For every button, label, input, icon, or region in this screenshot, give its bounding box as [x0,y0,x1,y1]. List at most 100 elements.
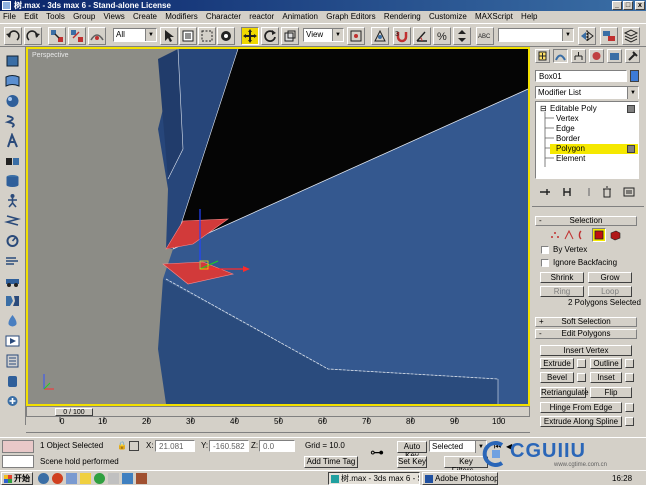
motion-tab[interactable] [589,49,604,63]
stack-item-edge[interactable]: Edge [556,124,575,134]
toy-car-button[interactable] [4,273,21,289]
edit-polygons-rollout-header[interactable]: - Edit Polygons [535,329,637,339]
fracture-button[interactable] [4,293,21,309]
snap-toggle-button[interactable]: 3 [393,27,411,45]
extrude-spline-settings-button[interactable] [625,417,634,426]
object-color-swatch[interactable] [630,70,639,82]
undo-button[interactable] [4,27,22,45]
hinge-from-edge-button[interactable]: Hinge From Edge [540,402,622,413]
grow-button[interactable]: Grow [588,272,632,283]
maxscript-listener-mini[interactable] [2,440,34,453]
spring-button[interactable] [4,213,21,229]
taskbar-3dsmax-button[interactable]: 树.max - 3ds max 6 - S... [328,472,420,485]
menu-maxscript[interactable]: MAXScript [472,11,516,23]
wind-button[interactable] [4,253,21,269]
stack-item-element[interactable]: Element [556,154,585,164]
taskbar-photoshop-button[interactable]: Adobe Photoshop [422,472,498,485]
mirror-button[interactable] [578,27,596,45]
polygon-level-button[interactable] [592,228,606,242]
menu-help[interactable]: Help [518,11,540,23]
configure-modifier-sets-button[interactable] [622,186,636,198]
loop-button[interactable]: Loop [588,286,632,297]
bevel-button[interactable]: Bevel [540,372,574,383]
cloth-button[interactable] [4,73,21,89]
border-level-button[interactable] [577,229,589,241]
remove-modifier-button[interactable] [600,186,614,198]
add-time-tag-button[interactable]: Add Time Tag [304,456,358,468]
extrude-along-spline-button[interactable]: Extrude Along Spline [540,416,622,427]
key-icon[interactable]: ⊶ [370,444,384,461]
menu-file[interactable]: File [0,11,19,23]
retriangulate-button[interactable]: Retriangulate [540,387,589,398]
motor-button[interactable] [4,233,21,249]
quicklaunch-media-icon[interactable] [94,473,105,484]
modifier-list-dropdown[interactable]: Modifier List ▼ [535,86,639,99]
ragdoll-button[interactable] [4,193,21,209]
layer-manager-button[interactable] [622,27,640,45]
unlink-button[interactable] [68,27,86,45]
quicklaunch-browser-icon[interactable] [38,473,49,484]
time-slider[interactable]: 0 / 100 [55,408,93,416]
stack-config-icon[interactable] [627,105,635,113]
menu-edit[interactable]: Edit [21,11,41,23]
stack-item-vertex[interactable]: Vertex [556,114,579,124]
rectangular-selection-button[interactable] [198,27,216,45]
minimize-button[interactable]: _ [612,1,622,10]
menu-views[interactable]: Views [101,11,128,23]
modify-tab[interactable] [553,49,568,63]
track-bar[interactable]: 0 10 20 30 40 50 60 70 80 90 100 [26,417,530,433]
object-name-field[interactable]: Box01 [535,70,627,82]
align-button[interactable] [600,27,618,45]
menu-character[interactable]: Character [203,11,244,23]
extrude-button[interactable]: Extrude [540,358,574,369]
create-tab[interactable] [535,49,550,63]
stack-item-border[interactable]: Border [556,134,580,144]
close-button[interactable]: x [635,1,645,10]
named-selection-button[interactable]: ABC [476,27,494,45]
display-tab[interactable] [607,49,622,63]
stack-item-polygon[interactable]: Polygon [550,144,638,154]
soft-selection-rollout-header[interactable]: + Soft Selection [535,317,637,327]
redo-button[interactable] [24,27,42,45]
hierarchy-tab[interactable] [571,49,586,63]
z-coordinate-field[interactable]: 0.0 [259,440,295,452]
menu-tools[interactable]: Tools [43,11,68,23]
menu-create[interactable]: Create [130,11,160,23]
select-and-scale-button[interactable] [281,27,299,45]
quicklaunch-misc-icon[interactable] [108,473,119,484]
rope-button[interactable] [4,113,21,129]
percent-snap-button[interactable]: % [433,27,451,45]
shrink-button[interactable]: Shrink [540,272,584,283]
menu-reactor[interactable]: reactor [246,11,277,23]
angle-snap-button[interactable] [413,27,431,45]
time-slider-bar[interactable]: 0 / 100 [26,406,530,417]
water-button[interactable] [4,313,21,329]
bevel-settings-button[interactable] [577,373,586,382]
pivot-center-button[interactable] [347,27,365,45]
inset-settings-button[interactable] [625,373,634,382]
menu-graph-editors[interactable]: Graph Editors [323,11,378,23]
maximize-button[interactable]: □ [623,1,633,10]
utilities-tab[interactable] [625,49,640,63]
quicklaunch-app-icon[interactable] [52,473,63,484]
x-coordinate-field[interactable]: 21.081 [155,440,195,452]
spinner-snap-button[interactable] [453,27,471,45]
analyze-world-button[interactable] [4,373,21,389]
select-and-link-button[interactable] [48,27,66,45]
make-unique-button[interactable] [582,186,596,198]
quicklaunch-folder-icon[interactable] [80,473,91,484]
edge-level-button[interactable] [563,229,575,241]
preview-button[interactable] [4,333,21,349]
create-animation-button[interactable] [4,353,21,369]
window-crossing-button[interactable] [217,27,235,45]
extrude-settings-button[interactable] [577,359,586,368]
outline-button[interactable]: Outline [590,358,622,369]
ignore-backfacing-checkbox[interactable] [541,259,549,267]
quicklaunch-misc-icon[interactable] [136,473,147,484]
reference-coordinate-dropdown[interactable]: View ▼ [303,28,344,42]
bind-space-warp-button[interactable] [88,27,106,45]
selection-rollout-header[interactable]: - Selection [535,216,637,226]
absolute-mode-icon[interactable] [129,441,139,451]
select-object-button[interactable] [160,27,178,45]
soft-body-button[interactable] [4,93,21,109]
